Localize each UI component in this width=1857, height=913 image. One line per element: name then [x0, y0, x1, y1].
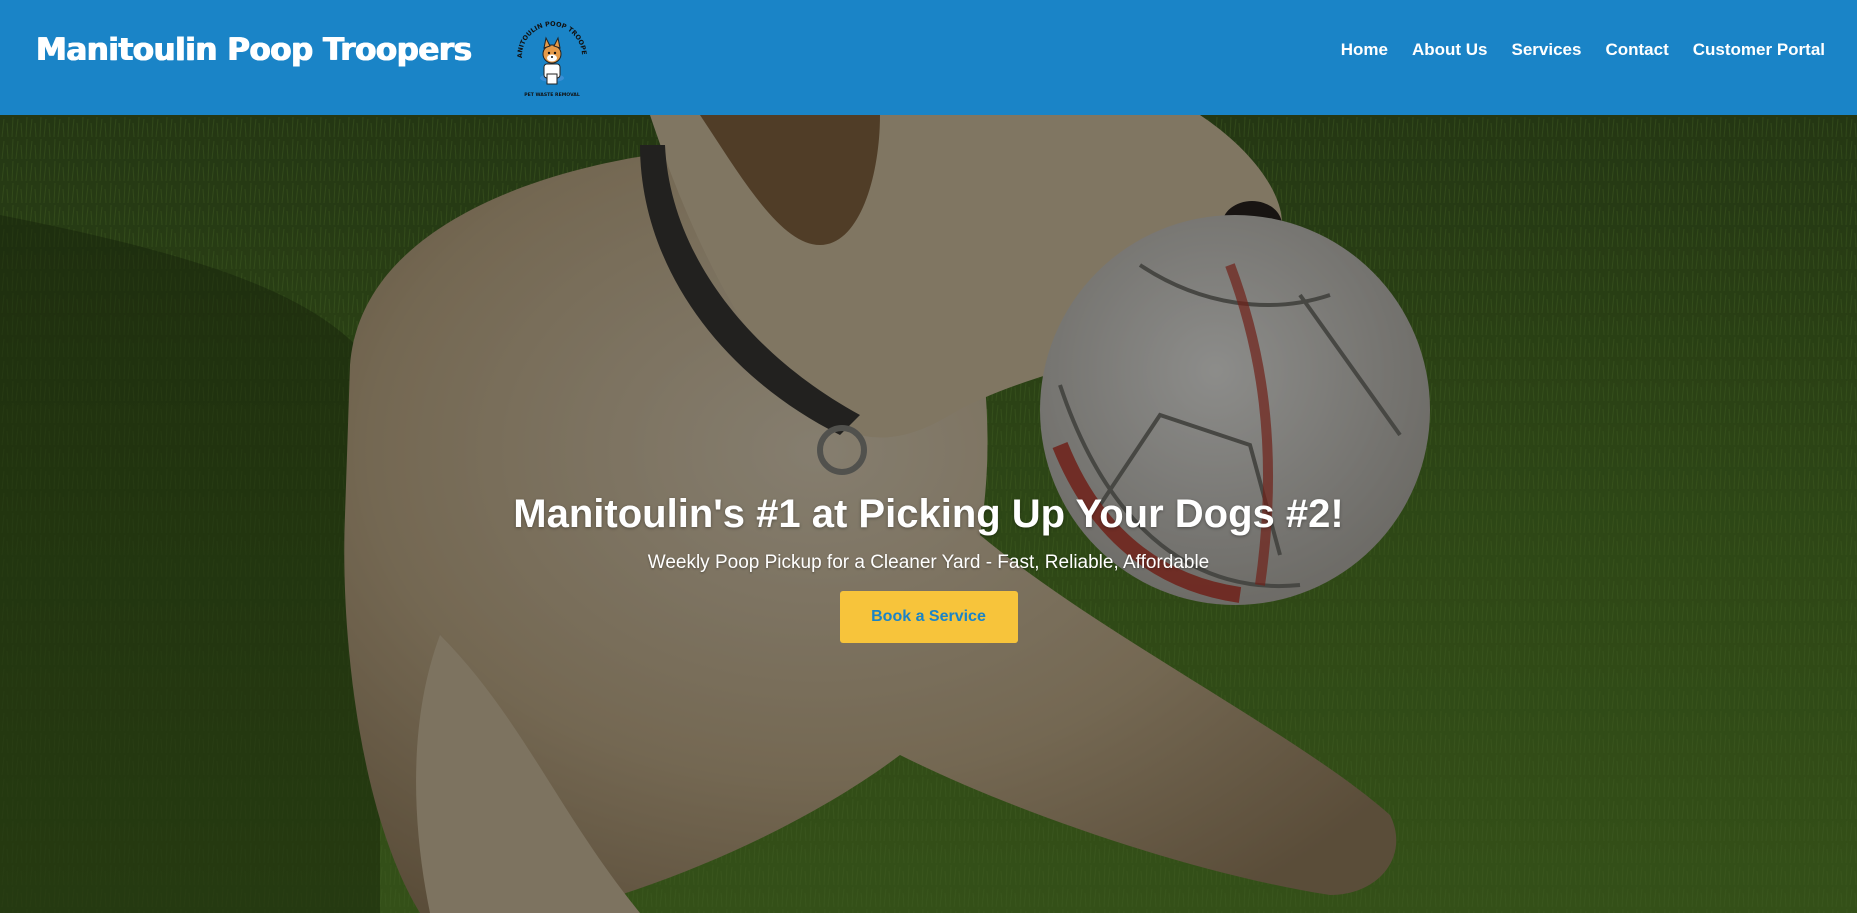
hero-subtitle: Weekly Poop Pickup for a Cleaner Yard - … — [647, 552, 1210, 573]
nav-customer-portal[interactable]: Customer Portal — [1693, 40, 1825, 60]
logo-badge[interactable]: MANITOULIN POOP TROOPERS PET WASTE REMOV… — [505, 6, 596, 102]
brand-name[interactable]: Manitoulin Poop Troopers — [36, 32, 472, 68]
logo-bottom-text: PET WASTE REMOVAL — [524, 92, 580, 98]
nav-about-us[interactable]: About Us — [1412, 40, 1488, 60]
main-nav: Home About Us Services Contact Customer … — [1317, 40, 1825, 60]
nav-home[interactable]: Home — [1341, 40, 1388, 60]
hero-section: Manitoulin's #1 at Picking Up Your Dogs … — [0, 115, 1857, 913]
hero-content: Manitoulin's #1 at Picking Up Your Dogs … — [0, 490, 1857, 643]
hero-title: Manitoulin's #1 at Picking Up Your Dogs … — [513, 492, 1344, 536]
logo-icon: MANITOULIN POOP TROOPERS PET WASTE REMOV… — [505, 6, 588, 98]
dog-on-toilet-icon — [540, 36, 564, 85]
site-header: Manitoulin Poop Troopers MANITOULIN POOP… — [0, 0, 1857, 115]
book-a-service-button[interactable]: Book a Service — [839, 591, 1018, 643]
nav-services[interactable]: Services — [1512, 40, 1582, 60]
nav-contact[interactable]: Contact — [1605, 40, 1668, 60]
